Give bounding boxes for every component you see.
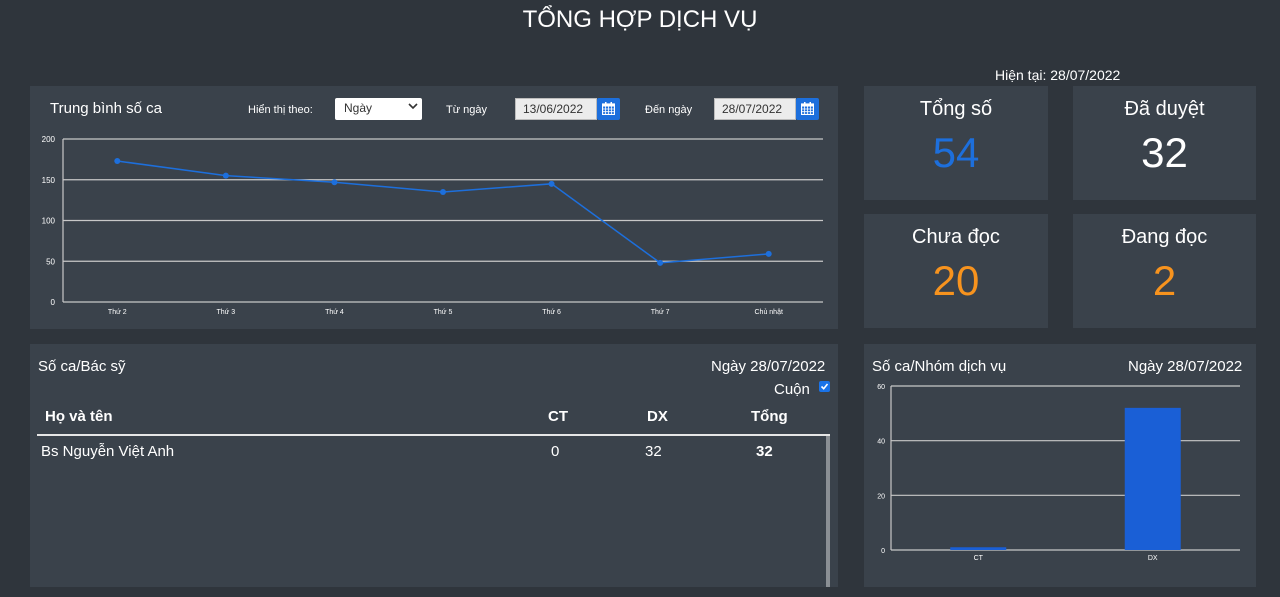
line-chart-point <box>222 172 229 179</box>
line-chart-x-tick-label: Thứ 3 <box>217 309 236 316</box>
line-chart-series-line <box>117 160 769 264</box>
scroll-label: Cuộn <box>774 381 810 398</box>
doctor-dx: 32 <box>645 443 662 460</box>
doctor-name: Bs Nguyễn Việt Anh <box>41 443 175 460</box>
page-title: TỔNG HỢP DỊCH VỤ <box>522 6 758 33</box>
column-header-total: Tổng <box>751 408 788 425</box>
tile-unread: Chưa đọc 20 <box>864 214 1048 328</box>
current-date: Hiện tại: 28/07/2022 <box>995 67 1121 83</box>
tile-approved-label: Đã duyệt <box>1124 98 1205 120</box>
tile-reading-value: 2 <box>1152 257 1177 304</box>
bar-chart-y-tick-label: 40 <box>877 439 885 446</box>
line-chart-point <box>440 188 446 195</box>
bar-chart-bar-dx <box>1124 407 1181 550</box>
line-chart-y-tick-label: 200 <box>42 135 56 144</box>
cases-per-group-panel: Số ca/Nhóm dịch vụ Ngày 28/07/2022 0 20 40… <box>864 344 1256 587</box>
tile-total-value: 54 <box>932 129 980 176</box>
checkmark-icon <box>820 383 829 390</box>
line-chart-x-tick-label: Thứ 2 <box>108 309 127 316</box>
scroll-checkbox[interactable] <box>819 381 830 392</box>
tile-unread-label: Chưa đọc <box>912 226 1000 248</box>
tile-approved: Đã duyệt 32 <box>1073 86 1256 200</box>
bar-chart-x-tick-label: CT <box>974 555 984 562</box>
tile-approved-value: 32 <box>1141 129 1188 176</box>
tile-total: Tổng số 54 <box>864 86 1048 200</box>
tile-total-label: Tổng số <box>919 98 993 120</box>
line-chart-y-tick-label: 0 <box>51 298 56 307</box>
line-chart-x-tick-label: Thứ 5 <box>434 309 453 316</box>
bar-chart-y-tick-label: 60 <box>877 384 885 391</box>
column-header-dx: DX <box>647 408 668 425</box>
table-header-divider <box>37 434 830 436</box>
table-scrollbar[interactable] <box>826 436 830 587</box>
line-chart-point <box>331 179 338 186</box>
line-chart-y-tick-label: 50 <box>46 257 55 266</box>
tile-unread-value: 20 <box>932 257 980 304</box>
bar-chart-bar-ct <box>950 547 1007 550</box>
line-chart-point <box>657 259 664 266</box>
column-header-name: Họ và tên <box>45 408 113 425</box>
cases-per-doctor-date: Ngày 28/07/2022 <box>711 358 826 375</box>
column-header-ct: CT <box>548 408 568 425</box>
tile-reading-label: Đang đọc <box>1121 226 1208 248</box>
average-cases-panel: Trung bình số ca Hiển thị theo: Ngày Từ … <box>30 86 838 329</box>
cases-per-doctor-panel: Số ca/Bác sỹ Ngày 28/07/2022 Cuộn Họ và … <box>30 344 838 587</box>
doctor-total: 32 <box>756 443 773 460</box>
line-chart-y-tick-label: 150 <box>42 176 56 185</box>
bar-chart-y-tick-label: 20 <box>877 493 885 500</box>
bar-chart-x-tick-label: DX <box>1148 555 1158 562</box>
line-chart-x-tick-label: Thứ 6 <box>542 309 561 316</box>
doctor-ct: 0 <box>551 443 560 460</box>
tile-reading: Đang đọc 2 <box>1073 214 1256 328</box>
line-chart-y-tick-label: 100 <box>42 217 56 226</box>
bar-chart-y-tick-label: 0 <box>881 548 885 555</box>
average-cases-line-chart: 0 50 100 150 200 Thứ 2 Thứ 3 Thứ 4 Thứ 5 Thứ 6 Thứ… <box>42 135 823 316</box>
line-chart-x-tick-label: Thứ 7 <box>651 309 670 316</box>
line-chart-point <box>765 250 772 257</box>
cases-per-doctor-title: Số ca/Bác sỹ <box>38 358 126 375</box>
line-chart-x-tick-label: Chủ nhật <box>755 308 783 316</box>
cases-per-group-bar-chart: 0 20 40 60 CT DX <box>877 384 1240 562</box>
line-chart-point <box>548 180 555 187</box>
line-chart-point <box>114 158 121 165</box>
line-chart-x-tick-label: Thứ 4 <box>325 309 344 316</box>
